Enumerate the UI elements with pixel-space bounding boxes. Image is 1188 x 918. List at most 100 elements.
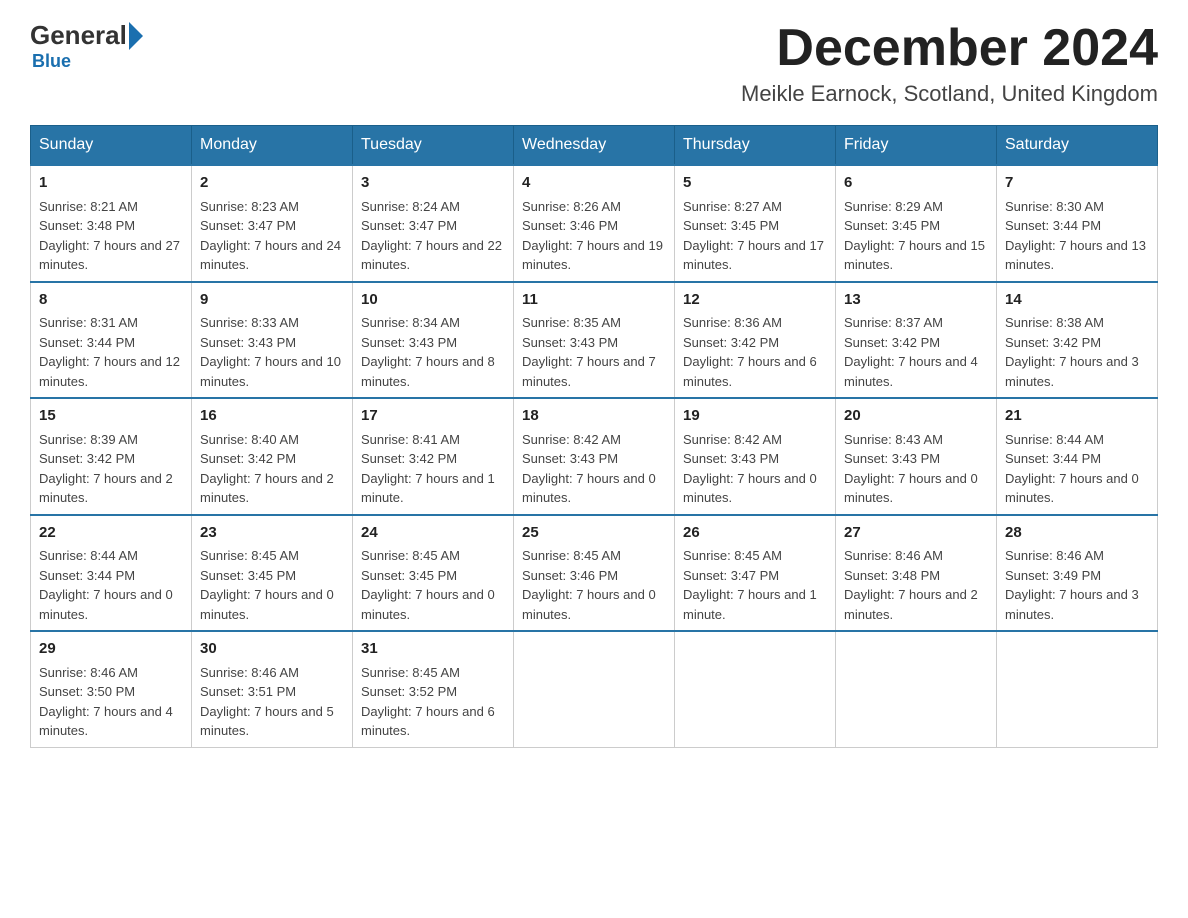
- day-daylight: Daylight: 7 hours and 12 minutes.: [39, 354, 180, 389]
- calendar-day-cell: 25 Sunrise: 8:45 AM Sunset: 3:46 PM Dayl…: [514, 515, 675, 632]
- day-sunset: Sunset: 3:47 PM: [200, 218, 296, 233]
- day-sunset: Sunset: 3:50 PM: [39, 684, 135, 699]
- logo-triangle-icon: [129, 22, 143, 50]
- calendar-day-cell: 27 Sunrise: 8:46 AM Sunset: 3:48 PM Dayl…: [836, 515, 997, 632]
- day-daylight: Daylight: 7 hours and 15 minutes.: [844, 238, 985, 273]
- day-sunset: Sunset: 3:44 PM: [39, 335, 135, 350]
- day-number: 10: [361, 289, 505, 312]
- day-sunrise: Sunrise: 8:33 AM: [200, 315, 299, 330]
- day-sunset: Sunset: 3:45 PM: [844, 218, 940, 233]
- calendar-day-cell: 15 Sunrise: 8:39 AM Sunset: 3:42 PM Dayl…: [31, 398, 192, 515]
- day-sunrise: Sunrise: 8:44 AM: [1005, 432, 1104, 447]
- day-number: 4: [522, 172, 666, 195]
- day-daylight: Daylight: 7 hours and 0 minutes.: [361, 587, 495, 622]
- calendar-week-row: 8 Sunrise: 8:31 AM Sunset: 3:44 PM Dayli…: [31, 282, 1158, 399]
- logo: General Blue: [30, 20, 145, 72]
- day-daylight: Daylight: 7 hours and 0 minutes.: [844, 471, 978, 506]
- calendar-day-cell: 26 Sunrise: 8:45 AM Sunset: 3:47 PM Dayl…: [675, 515, 836, 632]
- day-sunset: Sunset: 3:43 PM: [522, 451, 618, 466]
- day-number: 29: [39, 638, 183, 661]
- day-sunset: Sunset: 3:48 PM: [844, 568, 940, 583]
- weekday-header-thursday: Thursday: [675, 126, 836, 166]
- logo-general: General: [30, 20, 127, 51]
- day-sunrise: Sunrise: 8:42 AM: [683, 432, 782, 447]
- day-sunrise: Sunrise: 8:46 AM: [844, 548, 943, 563]
- day-daylight: Daylight: 7 hours and 19 minutes.: [522, 238, 663, 273]
- page-title: December 2024: [741, 20, 1158, 77]
- day-number: 2: [200, 172, 344, 195]
- day-daylight: Daylight: 7 hours and 7 minutes.: [522, 354, 656, 389]
- calendar-day-cell: 29 Sunrise: 8:46 AM Sunset: 3:50 PM Dayl…: [31, 631, 192, 747]
- day-sunrise: Sunrise: 8:45 AM: [200, 548, 299, 563]
- day-sunrise: Sunrise: 8:45 AM: [361, 665, 460, 680]
- day-number: 31: [361, 638, 505, 661]
- day-number: 11: [522, 289, 666, 312]
- day-daylight: Daylight: 7 hours and 13 minutes.: [1005, 238, 1146, 273]
- calendar-day-cell: 30 Sunrise: 8:46 AM Sunset: 3:51 PM Dayl…: [192, 631, 353, 747]
- weekday-header-saturday: Saturday: [997, 126, 1158, 166]
- day-number: 19: [683, 405, 827, 428]
- day-daylight: Daylight: 7 hours and 0 minutes.: [1005, 471, 1139, 506]
- day-number: 27: [844, 522, 988, 545]
- calendar-day-cell: 14 Sunrise: 8:38 AM Sunset: 3:42 PM Dayl…: [997, 282, 1158, 399]
- calendar-day-cell: [836, 631, 997, 747]
- day-sunset: Sunset: 3:42 PM: [361, 451, 457, 466]
- calendar-week-row: 22 Sunrise: 8:44 AM Sunset: 3:44 PM Dayl…: [31, 515, 1158, 632]
- day-sunrise: Sunrise: 8:35 AM: [522, 315, 621, 330]
- day-sunset: Sunset: 3:47 PM: [361, 218, 457, 233]
- calendar-day-cell: 21 Sunrise: 8:44 AM Sunset: 3:44 PM Dayl…: [997, 398, 1158, 515]
- day-sunset: Sunset: 3:43 PM: [200, 335, 296, 350]
- day-sunset: Sunset: 3:42 PM: [683, 335, 779, 350]
- day-number: 30: [200, 638, 344, 661]
- day-sunset: Sunset: 3:47 PM: [683, 568, 779, 583]
- calendar-week-row: 15 Sunrise: 8:39 AM Sunset: 3:42 PM Dayl…: [31, 398, 1158, 515]
- calendar-day-cell: [675, 631, 836, 747]
- day-daylight: Daylight: 7 hours and 10 minutes.: [200, 354, 341, 389]
- day-number: 28: [1005, 522, 1149, 545]
- day-sunset: Sunset: 3:43 PM: [844, 451, 940, 466]
- logo-text: General: [30, 20, 145, 51]
- day-sunrise: Sunrise: 8:42 AM: [522, 432, 621, 447]
- day-sunrise: Sunrise: 8:45 AM: [683, 548, 782, 563]
- day-number: 1: [39, 172, 183, 195]
- day-sunset: Sunset: 3:51 PM: [200, 684, 296, 699]
- day-sunset: Sunset: 3:49 PM: [1005, 568, 1101, 583]
- day-sunrise: Sunrise: 8:29 AM: [844, 199, 943, 214]
- day-number: 8: [39, 289, 183, 312]
- day-sunset: Sunset: 3:46 PM: [522, 218, 618, 233]
- day-daylight: Daylight: 7 hours and 0 minutes.: [522, 587, 656, 622]
- day-number: 23: [200, 522, 344, 545]
- location-subtitle: Meikle Earnock, Scotland, United Kingdom: [741, 81, 1158, 107]
- day-sunset: Sunset: 3:42 PM: [1005, 335, 1101, 350]
- calendar-day-cell: 2 Sunrise: 8:23 AM Sunset: 3:47 PM Dayli…: [192, 165, 353, 282]
- calendar-day-cell: 19 Sunrise: 8:42 AM Sunset: 3:43 PM Dayl…: [675, 398, 836, 515]
- day-daylight: Daylight: 7 hours and 4 minutes.: [844, 354, 978, 389]
- logo-blue: Blue: [32, 51, 71, 72]
- day-sunset: Sunset: 3:44 PM: [1005, 451, 1101, 466]
- day-daylight: Daylight: 7 hours and 4 minutes.: [39, 704, 173, 739]
- day-daylight: Daylight: 7 hours and 24 minutes.: [200, 238, 341, 273]
- day-daylight: Daylight: 7 hours and 3 minutes.: [1005, 354, 1139, 389]
- calendar-day-cell: 5 Sunrise: 8:27 AM Sunset: 3:45 PM Dayli…: [675, 165, 836, 282]
- calendar-day-cell: 18 Sunrise: 8:42 AM Sunset: 3:43 PM Dayl…: [514, 398, 675, 515]
- calendar-day-cell: 16 Sunrise: 8:40 AM Sunset: 3:42 PM Dayl…: [192, 398, 353, 515]
- day-sunset: Sunset: 3:45 PM: [683, 218, 779, 233]
- day-daylight: Daylight: 7 hours and 0 minutes.: [200, 587, 334, 622]
- day-number: 20: [844, 405, 988, 428]
- day-sunset: Sunset: 3:43 PM: [683, 451, 779, 466]
- day-sunset: Sunset: 3:45 PM: [200, 568, 296, 583]
- page-header: General Blue December 2024 Meikle Earnoc…: [30, 20, 1158, 107]
- calendar-day-cell: 4 Sunrise: 8:26 AM Sunset: 3:46 PM Dayli…: [514, 165, 675, 282]
- day-sunrise: Sunrise: 8:24 AM: [361, 199, 460, 214]
- calendar-day-cell: 1 Sunrise: 8:21 AM Sunset: 3:48 PM Dayli…: [31, 165, 192, 282]
- calendar-day-cell: 13 Sunrise: 8:37 AM Sunset: 3:42 PM Dayl…: [836, 282, 997, 399]
- day-sunrise: Sunrise: 8:46 AM: [39, 665, 138, 680]
- day-number: 14: [1005, 289, 1149, 312]
- calendar-day-cell: 8 Sunrise: 8:31 AM Sunset: 3:44 PM Dayli…: [31, 282, 192, 399]
- day-daylight: Daylight: 7 hours and 8 minutes.: [361, 354, 495, 389]
- day-sunset: Sunset: 3:44 PM: [39, 568, 135, 583]
- day-sunset: Sunset: 3:43 PM: [522, 335, 618, 350]
- day-daylight: Daylight: 7 hours and 17 minutes.: [683, 238, 824, 273]
- day-daylight: Daylight: 7 hours and 2 minutes.: [844, 587, 978, 622]
- day-sunrise: Sunrise: 8:45 AM: [522, 548, 621, 563]
